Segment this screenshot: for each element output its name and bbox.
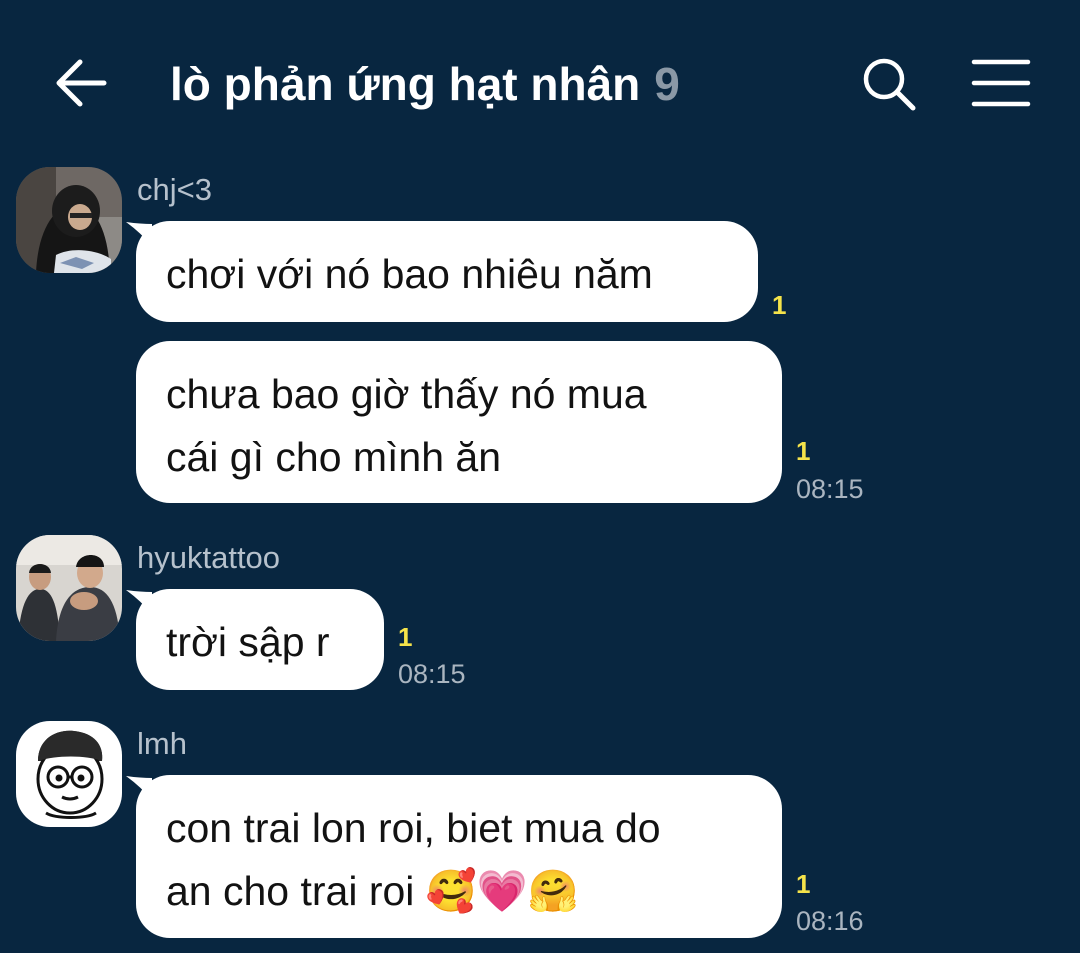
message-bubble[interactable]: trời sập r: [136, 589, 384, 690]
chat-title-area: lò phản ứng hạt nhân 9: [170, 52, 680, 116]
message-time: 08:15: [796, 474, 864, 504]
message-time: 08:15: [398, 659, 466, 689]
message-text: an cho trai roi 🥰💗🤗: [166, 868, 579, 914]
unread-count: 1: [772, 290, 787, 320]
message-bubble[interactable]: chưa bao giờ thấy nó mua cái gì cho mình…: [136, 341, 782, 503]
message-bubble[interactable]: chơi với nó bao nhiêu năm: [136, 221, 758, 322]
back-button[interactable]: [52, 55, 110, 111]
unread-count: 1: [398, 622, 413, 652]
avatar-cartoon-icon: [16, 721, 122, 827]
search-button[interactable]: [860, 55, 918, 113]
avatar-photo-icon: [16, 535, 122, 641]
sender-name: hyuktattoo: [137, 540, 281, 575]
message-bubble[interactable]: con trai lon roi, biet mua do an cho tra…: [136, 775, 782, 938]
message-text: chưa bao giờ thấy nó mua: [166, 371, 647, 417]
unread-count: 1: [796, 869, 811, 899]
message-time: 08:16: [796, 906, 864, 936]
chat-title: lò phản ứng hạt nhân: [170, 58, 641, 110]
message-text: trời sập r: [166, 619, 330, 665]
message-text: chơi với nó bao nhiêu năm: [166, 251, 653, 297]
arrow-left-icon: [56, 59, 107, 107]
chat-header: lò phản ứng hạt nhân 9: [0, 0, 1080, 165]
message-text: cái gì cho mình ăn: [166, 434, 502, 480]
menu-button[interactable]: [970, 58, 1032, 108]
unread-count: 1: [796, 436, 811, 466]
avatar-chj[interactable]: [16, 167, 122, 273]
sender-name: lmh: [137, 726, 187, 761]
hamburger-menu-icon: [971, 59, 1031, 107]
avatar-hyuktattoo[interactable]: [16, 535, 122, 641]
member-count: 9: [654, 58, 680, 110]
sender-name: chj<3: [137, 172, 212, 207]
avatar-photo-icon: [16, 167, 122, 273]
avatar-lmh[interactable]: [16, 721, 122, 827]
search-icon: [863, 58, 916, 111]
message-text: con trai lon roi, biet mua do: [166, 805, 661, 851]
